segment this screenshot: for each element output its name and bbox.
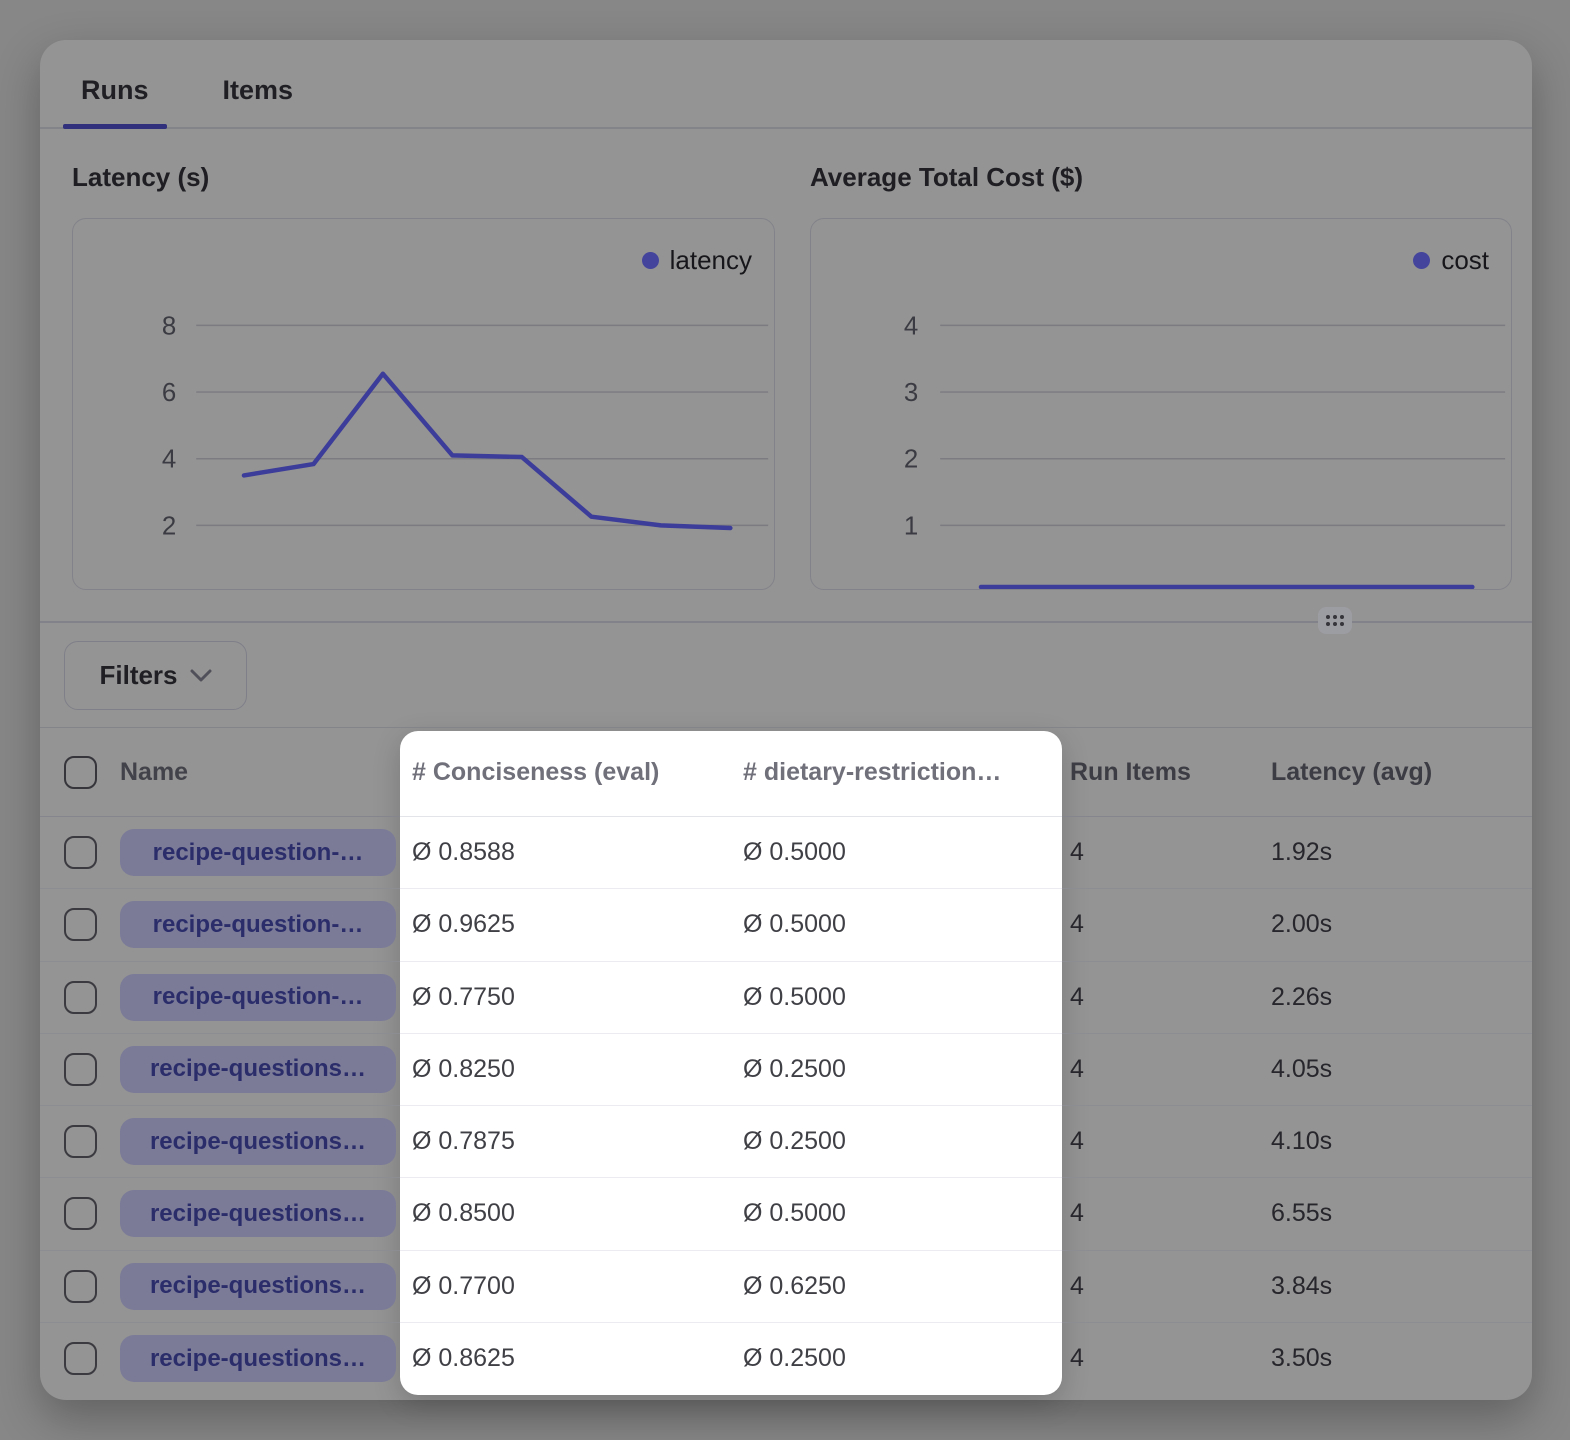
row-checkbox[interactable] xyxy=(64,1053,97,1086)
latency-avg-value: 3.50s xyxy=(1259,1323,1492,1395)
svg-text:4: 4 xyxy=(904,312,918,340)
resize-grip-icon[interactable] xyxy=(1318,607,1352,634)
latency-avg-value: 6.55s xyxy=(1259,1178,1492,1250)
cost-chart-canvas: 4 3 2 1 xyxy=(811,219,1511,589)
app-window: Runs Items Latency (s) 8 6 4 2 latency Aver… xyxy=(0,0,1570,1440)
active-tab-indicator xyxy=(63,124,167,129)
table-row[interactable]: recipe-questions… Ø 0.7875 Ø 0.2500 4 4.… xyxy=(40,1106,1532,1178)
run-items-value: 4 xyxy=(1062,889,1259,961)
run-items-value: 4 xyxy=(1062,1251,1259,1323)
latency-avg-value: 3.84s xyxy=(1259,1251,1492,1323)
conciseness-value: Ø 0.8500 xyxy=(400,1178,731,1250)
latency-chart-title: Latency (s) xyxy=(72,162,209,193)
run-items-value: 4 xyxy=(1062,962,1259,1034)
conciseness-value: Ø 0.9625 xyxy=(400,889,731,961)
dietary-restriction-value: Ø 0.2500 xyxy=(731,1034,1062,1106)
table-row[interactable]: recipe-question-… Ø 0.8588 Ø 0.5000 4 1.… xyxy=(40,817,1532,889)
run-name-badge[interactable]: recipe-questions… xyxy=(120,1118,396,1165)
tab-runs[interactable]: Runs xyxy=(63,53,167,128)
conciseness-value: Ø 0.7750 xyxy=(400,962,731,1034)
row-checkbox[interactable] xyxy=(64,981,97,1014)
latency-avg-value: 4.05s xyxy=(1259,1034,1492,1106)
dietary-restriction-value: Ø 0.5000 xyxy=(731,889,1062,961)
table-row[interactable]: recipe-questions… Ø 0.8625 Ø 0.2500 4 3.… xyxy=(40,1323,1532,1395)
conciseness-value: Ø 0.8625 xyxy=(400,1323,731,1395)
column-header-name: Name xyxy=(120,728,400,817)
svg-text:2: 2 xyxy=(162,512,176,540)
conciseness-value: Ø 0.7700 xyxy=(400,1251,731,1323)
dietary-restriction-value: Ø 0.5000 xyxy=(731,1178,1062,1250)
latency-chart: 8 6 4 2 latency xyxy=(72,218,775,590)
row-checkbox[interactable] xyxy=(64,1197,97,1230)
section-divider xyxy=(40,621,1532,623)
run-name-badge[interactable]: recipe-question-… xyxy=(120,901,396,948)
tab-items-label: Items xyxy=(223,75,294,106)
conciseness-value: Ø 0.7875 xyxy=(400,1106,731,1178)
dietary-restriction-value: Ø 0.2500 xyxy=(731,1323,1062,1395)
latency-avg-value: 2.00s xyxy=(1259,889,1492,961)
column-header-run-items: Run Items xyxy=(1062,728,1259,817)
run-name-badge[interactable]: recipe-question-… xyxy=(120,829,396,876)
run-items-value: 4 xyxy=(1062,817,1259,889)
run-items-value: 4 xyxy=(1062,1034,1259,1106)
table-row[interactable]: recipe-questions… Ø 0.8250 Ø 0.2500 4 4.… xyxy=(40,1034,1532,1106)
conciseness-value: Ø 0.8250 xyxy=(400,1034,731,1106)
column-header-conciseness: # Conciseness (eval) xyxy=(400,728,731,817)
tab-items[interactable]: Items xyxy=(205,53,312,128)
svg-text:4: 4 xyxy=(162,446,176,474)
runs-panel-card: Runs Items Latency (s) 8 6 4 2 latency Aver… xyxy=(40,40,1532,1400)
svg-text:1: 1 xyxy=(904,512,918,540)
cost-legend-dot-icon xyxy=(1413,252,1430,269)
select-all-checkbox[interactable] xyxy=(64,756,97,789)
dietary-restriction-value: Ø 0.5000 xyxy=(731,817,1062,889)
table-row[interactable]: recipe-questions… Ø 0.7700 Ø 0.6250 4 3.… xyxy=(40,1251,1532,1323)
run-items-value: 4 xyxy=(1062,1106,1259,1178)
run-name-badge[interactable]: recipe-questions… xyxy=(120,1335,396,1382)
filters-button-label: Filters xyxy=(99,660,177,691)
cost-legend: cost xyxy=(1413,245,1489,276)
filters-button[interactable]: Filters xyxy=(64,641,247,710)
row-checkbox[interactable] xyxy=(64,908,97,941)
row-checkbox[interactable] xyxy=(64,1125,97,1158)
latency-avg-value: 1.92s xyxy=(1259,817,1492,889)
latency-legend: latency xyxy=(642,245,752,276)
latency-legend-label: latency xyxy=(670,245,752,276)
cost-chart: 4 3 2 1 cost xyxy=(810,218,1512,590)
runs-table: Name # Conciseness (eval) # dietary-rest… xyxy=(40,727,1532,1395)
latency-legend-dot-icon xyxy=(642,252,659,269)
svg-text:6: 6 xyxy=(162,379,176,407)
row-checkbox[interactable] xyxy=(64,836,97,869)
svg-text:8: 8 xyxy=(162,312,176,340)
conciseness-value: Ø 0.8588 xyxy=(400,817,731,889)
dietary-restriction-value: Ø 0.2500 xyxy=(731,1106,1062,1178)
svg-text:2: 2 xyxy=(904,446,918,474)
table-row[interactable]: recipe-question-… Ø 0.7750 Ø 0.5000 4 2.… xyxy=(40,962,1532,1034)
run-items-value: 4 xyxy=(1062,1323,1259,1395)
latency-avg-value: 2.26s xyxy=(1259,962,1492,1034)
row-checkbox[interactable] xyxy=(64,1270,97,1303)
row-checkbox[interactable] xyxy=(64,1342,97,1375)
run-name-badge[interactable]: recipe-questions… xyxy=(120,1046,396,1093)
column-header-latency-avg: Latency (avg) xyxy=(1259,728,1492,817)
tab-runs-label: Runs xyxy=(81,75,149,106)
chevron-down-icon xyxy=(190,669,212,683)
run-name-badge[interactable]: recipe-questions… xyxy=(120,1263,396,1310)
run-name-badge[interactable]: recipe-question-… xyxy=(120,974,396,1021)
latency-avg-value: 4.10s xyxy=(1259,1106,1492,1178)
svg-text:3: 3 xyxy=(904,379,918,407)
tab-bar: Runs Items xyxy=(63,53,311,128)
dietary-restriction-value: Ø 0.6250 xyxy=(731,1251,1062,1323)
column-header-dietary-restriction: # dietary-restriction… xyxy=(731,728,1062,817)
dietary-restriction-value: Ø 0.5000 xyxy=(731,962,1062,1034)
run-items-value: 4 xyxy=(1062,1178,1259,1250)
table-row[interactable]: recipe-question-… Ø 0.9625 Ø 0.5000 4 2.… xyxy=(40,889,1532,961)
table-header-row: Name # Conciseness (eval) # dietary-rest… xyxy=(40,727,1532,817)
cost-chart-title: Average Total Cost ($) xyxy=(810,162,1083,193)
table-row[interactable]: recipe-questions… Ø 0.8500 Ø 0.5000 4 6.… xyxy=(40,1178,1532,1250)
run-name-badge[interactable]: recipe-questions… xyxy=(120,1190,396,1237)
cost-legend-label: cost xyxy=(1441,245,1489,276)
